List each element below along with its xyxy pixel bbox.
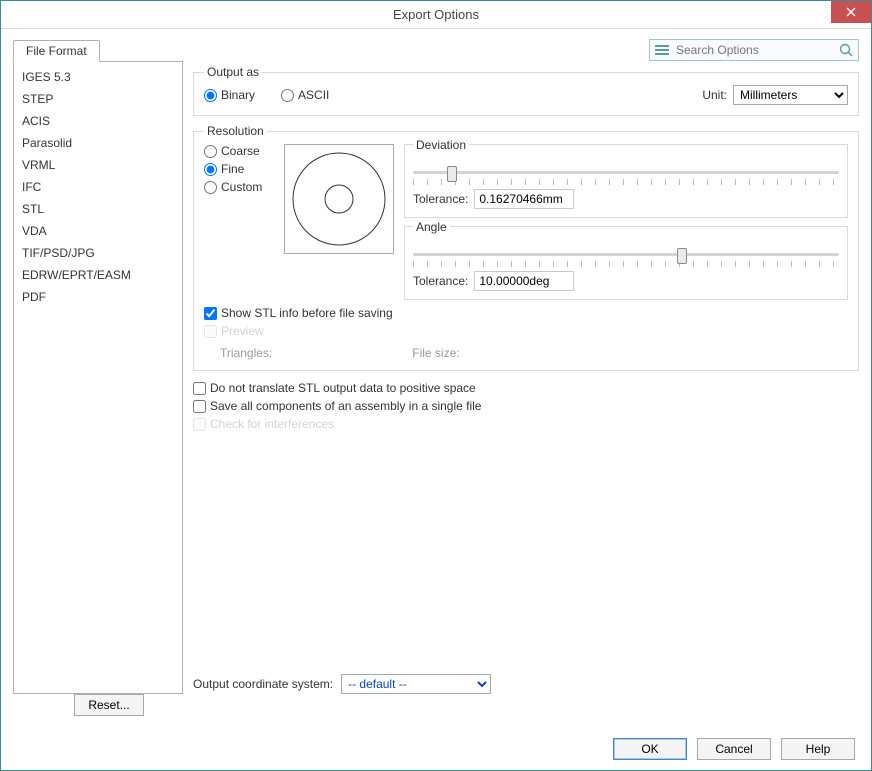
resolution-legend: Resolution	[204, 124, 267, 138]
coord-label: Output coordinate system:	[193, 677, 333, 691]
triangles-label: Triangles:	[220, 346, 272, 360]
sidebar-item-vda[interactable]: VDA	[20, 220, 176, 242]
cancel-button[interactable]: Cancel	[697, 738, 771, 760]
resolution-group: Resolution Coarse Fine Custo	[193, 124, 859, 371]
radio-ascii[interactable]: ASCII	[281, 88, 329, 102]
ok-button[interactable]: OK	[613, 738, 687, 760]
angle-slider[interactable]	[413, 249, 839, 267]
deviation-thumb[interactable]	[447, 166, 457, 182]
preview-cd-icon	[289, 149, 389, 249]
radio-fine[interactable]: Fine	[204, 162, 274, 176]
sidebar-item-iges[interactable]: IGES 5.3	[20, 66, 176, 88]
angle-tol-input[interactable]	[474, 271, 574, 291]
export-options-dialog: Export Options File Format IGES 5.3 STEP…	[0, 0, 872, 771]
sidebar-item-step[interactable]: STEP	[20, 88, 176, 110]
check-show-stl-info[interactable]: Show STL info before file saving	[204, 306, 848, 320]
radio-custom[interactable]: Custom	[204, 180, 274, 194]
unit-select[interactable]: Millimeters	[733, 85, 848, 105]
coord-select[interactable]: -- default --	[341, 674, 491, 694]
unit-label: Unit:	[702, 88, 727, 102]
output-as-group: Output as Binary ASCII Unit: Millimeters	[193, 65, 859, 116]
sidebar-item-edrw-eprt-easm[interactable]: EDRW/EPRT/EASM	[20, 264, 176, 286]
help-button[interactable]: Help	[781, 738, 855, 760]
sidebar-item-vrml[interactable]: VRML	[20, 154, 176, 176]
reset-button[interactable]: Reset...	[74, 694, 144, 716]
angle-thumb[interactable]	[677, 248, 687, 264]
sidebar-item-acis[interactable]: ACIS	[20, 110, 176, 132]
search-options-box[interactable]	[649, 39, 859, 61]
deviation-group: Deviation Tolerance:	[404, 144, 848, 218]
check-preview: Preview	[204, 324, 848, 338]
angle-group: Angle Tolerance:	[404, 226, 848, 300]
output-as-legend: Output as	[204, 65, 262, 79]
radio-binary[interactable]: Binary	[204, 88, 255, 102]
filesize-label: File size:	[412, 346, 459, 360]
deviation-tol-label: Tolerance:	[413, 192, 468, 206]
main-panel: Output as Binary ASCII Unit: Millimeters	[193, 61, 859, 694]
angle-tol-label: Tolerance:	[413, 274, 468, 288]
sidebar-item-parasolid[interactable]: Parasolid	[20, 132, 176, 154]
sidebar-item-tif-psd-jpg[interactable]: TIF/PSD/JPG	[20, 242, 176, 264]
check-no-translate[interactable]: Do not translate STL output data to posi…	[193, 381, 859, 395]
options-list-icon	[654, 42, 670, 58]
close-icon	[846, 7, 856, 17]
deviation-legend: Deviation	[413, 138, 469, 152]
sidebar-item-stl[interactable]: STL	[20, 198, 176, 220]
check-save-all[interactable]: Save all components of an assembly in a …	[193, 399, 859, 413]
tab-file-format[interactable]: File Format	[13, 40, 100, 62]
check-interferences: Check for interferences	[193, 417, 859, 431]
angle-legend: Angle	[413, 220, 450, 234]
deviation-slider[interactable]	[413, 167, 839, 185]
deviation-tol-input[interactable]	[474, 189, 574, 209]
file-format-list: IGES 5.3 STEP ACIS Parasolid VRML IFC ST…	[13, 61, 183, 694]
sidebar-item-ifc[interactable]: IFC	[20, 176, 176, 198]
search-input[interactable]	[674, 42, 838, 58]
titlebar: Export Options	[1, 1, 871, 29]
close-button[interactable]	[831, 1, 871, 23]
search-icon[interactable]	[838, 42, 854, 58]
resolution-preview	[284, 144, 394, 254]
tab-label: File Format	[26, 44, 87, 58]
sidebar-item-pdf[interactable]: PDF	[20, 286, 176, 308]
window-title: Export Options	[393, 7, 479, 22]
radio-coarse[interactable]: Coarse	[204, 144, 274, 158]
dialog-buttons: OK Cancel Help	[613, 738, 855, 760]
